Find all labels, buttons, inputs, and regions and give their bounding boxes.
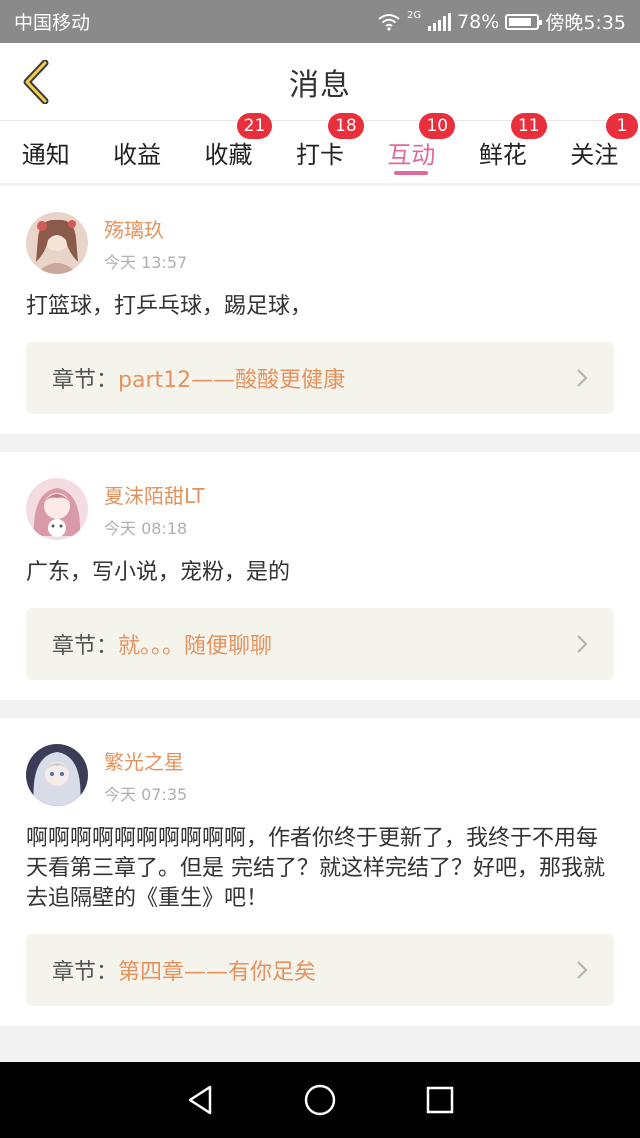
message-list: 殇璃玖 今天 13:57 打篮球，打乒乓球，踢足球， 章节： part12——酸…: [0, 186, 640, 1044]
recents-square-icon: [426, 1086, 454, 1114]
tab-interaction[interactable]: 互动 10: [366, 113, 457, 183]
message-content: 打篮球，打乒乓球，踢足球，: [26, 294, 313, 319]
battery-percent: 78%: [457, 10, 500, 33]
tab-label: 鲜花: [478, 140, 527, 169]
chevron-right-icon: [577, 635, 588, 653]
avatar[interactable]: [26, 478, 88, 540]
tab-label: 打卡: [295, 140, 344, 169]
active-tab-indicator: [394, 171, 429, 175]
message-card: 殇璃玖 今天 13:57 打篮球，打乒乓球，踢足球， 章节： part12——酸…: [0, 186, 640, 434]
tab-checkin[interactable]: 打卡 18: [274, 113, 365, 183]
chapter-title: 就。。。随便聊聊: [118, 634, 273, 659]
status-icons: 2G 78% 傍晚5:35: [377, 8, 626, 35]
tab-earnings[interactable]: 收益: [91, 121, 182, 183]
tab-bar: 通知 收益 收藏 21 打卡 18 互动 10 鲜花 11 关注 1: [0, 113, 640, 183]
tab-label: 收益: [113, 140, 162, 169]
message-card: 夏沫陌甜LT 今天 08:18 广东，写小说，宠粉，是的 章节： 就。。。随便聊…: [0, 452, 640, 700]
timestamp: 今天 08:18: [104, 518, 188, 538]
chapter-link[interactable]: 章节： 就。。。随便聊聊: [26, 608, 614, 680]
tab-label: 关注: [570, 140, 619, 169]
tab-flowers[interactable]: 鲜花 11: [457, 113, 548, 183]
app-header: 消息: [0, 43, 640, 121]
tab-notifications[interactable]: 通知: [0, 121, 91, 183]
battery-icon: [505, 13, 543, 30]
chapter-link[interactable]: 章节： part12——酸酸更健康: [26, 342, 614, 414]
home-circle-icon: [304, 1084, 336, 1116]
network-type: 2G: [406, 10, 422, 21]
chapter-label: 章节：: [52, 634, 119, 659]
nav-back-button[interactable]: [180, 1080, 220, 1120]
avatar-image: [26, 744, 88, 806]
clock: 傍晚5:35: [545, 12, 626, 34]
timestamp: 今天 13:57: [104, 252, 188, 272]
avatar-image: [26, 478, 88, 540]
avatar-image: [26, 212, 88, 274]
unread-badge: 10: [419, 113, 456, 139]
chevron-left-icon: [23, 60, 49, 104]
status-bar: 中国移动 2G 78% 傍晚5:35: [0, 0, 640, 43]
unread-badge: 21: [236, 113, 273, 139]
message-card: 繁光之星 今天 07:35 啊啊啊啊啊啊啊啊啊啊，作者你终于更新了，我终于不用每…: [0, 718, 640, 1026]
message-content: 啊啊啊啊啊啊啊啊啊啊，作者你终于更新了，我终于不用每天看第三章了。但是 完结了？…: [26, 826, 605, 911]
unread-badge: 11: [510, 113, 547, 139]
back-triangle-icon: [188, 1085, 212, 1115]
avatar[interactable]: [26, 744, 88, 806]
chapter-label: 章节：: [52, 368, 119, 393]
tab-favorites[interactable]: 收藏 21: [183, 113, 274, 183]
username[interactable]: 殇璃玖: [104, 214, 187, 243]
chapter-label: 章节：: [52, 960, 119, 985]
carrier-label: 中国移动: [14, 12, 91, 34]
avatar[interactable]: [26, 212, 88, 274]
chapter-title: part12——酸酸更健康: [118, 368, 346, 393]
tab-label: 收藏: [204, 140, 253, 169]
back-button[interactable]: [16, 57, 56, 107]
message-header: 殇璃玖 今天 13:57: [26, 212, 614, 274]
message-header: 繁光之星 今天 07:35: [26, 744, 614, 806]
chevron-right-icon: [577, 369, 588, 387]
unread-badge: 18: [328, 113, 364, 139]
username[interactable]: 夏沫陌甜LT: [104, 480, 205, 509]
page-title: 消息: [289, 67, 351, 103]
timestamp: 今天 07:35: [104, 784, 188, 804]
system-nav-bar: [0, 1062, 640, 1138]
chevron-right-icon: [577, 961, 588, 979]
message-content: 广东，写小说，宠粉，是的: [26, 560, 291, 585]
tab-follow[interactable]: 关注 1: [549, 113, 640, 183]
tab-label: 互动: [387, 140, 436, 169]
unread-badge: 1: [605, 113, 638, 139]
chapter-link[interactable]: 章节： 第四章——有你足矣: [26, 934, 614, 1006]
wifi-icon: [378, 13, 400, 31]
chapter-title: 第四章——有你足矣: [118, 960, 317, 985]
nav-home-button[interactable]: [300, 1080, 340, 1120]
username[interactable]: 繁光之星: [104, 746, 187, 775]
message-header: 夏沫陌甜LT 今天 08:18: [26, 478, 614, 540]
tab-label: 通知: [21, 140, 70, 169]
nav-recents-button[interactable]: [420, 1080, 460, 1120]
signal-icon: [428, 12, 452, 31]
